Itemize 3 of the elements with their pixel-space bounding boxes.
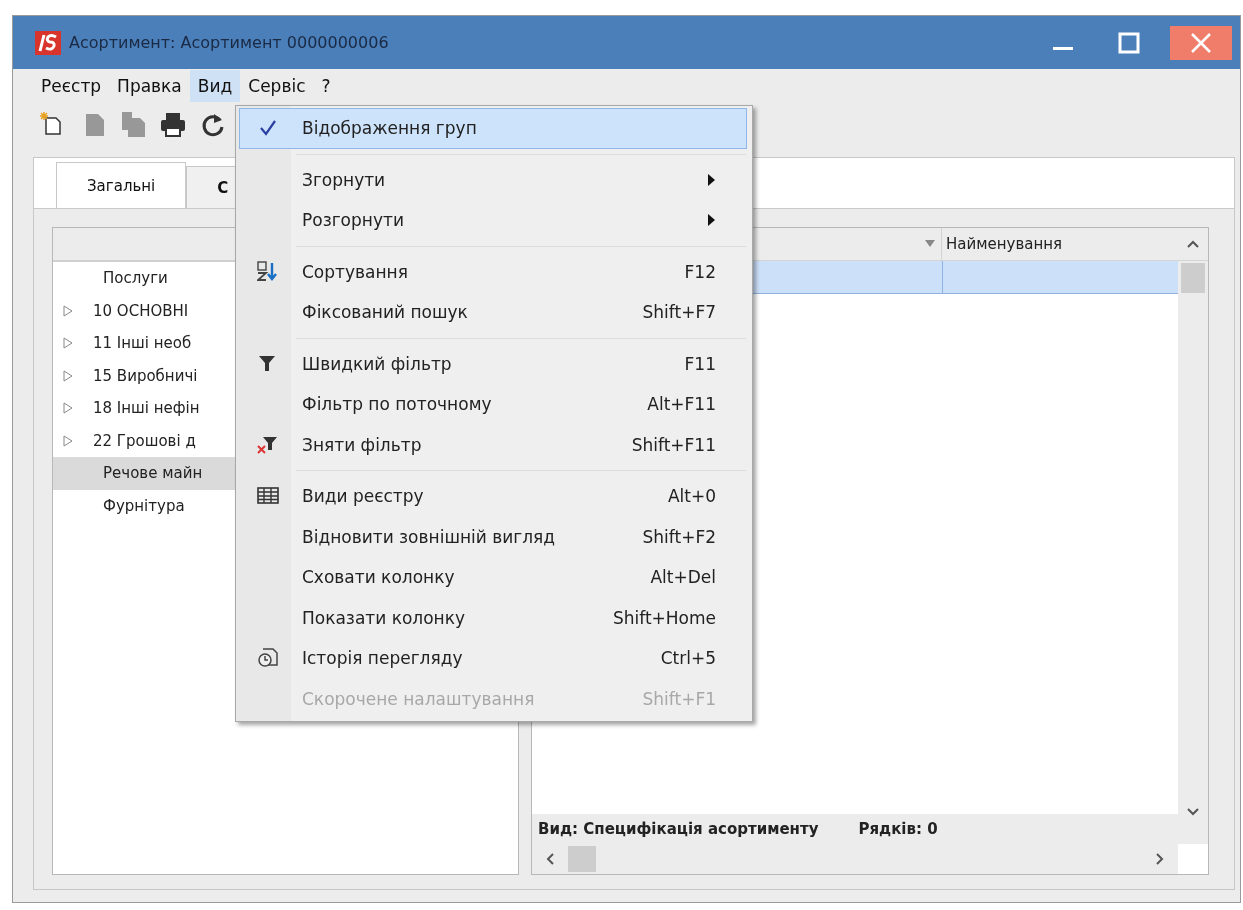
- window-title: Асортимент: Асортимент 0000000006: [69, 33, 389, 52]
- row-count-label: Рядків: 0: [858, 820, 938, 838]
- view-name-label: Вид: Специфікація асортименту: [538, 820, 819, 838]
